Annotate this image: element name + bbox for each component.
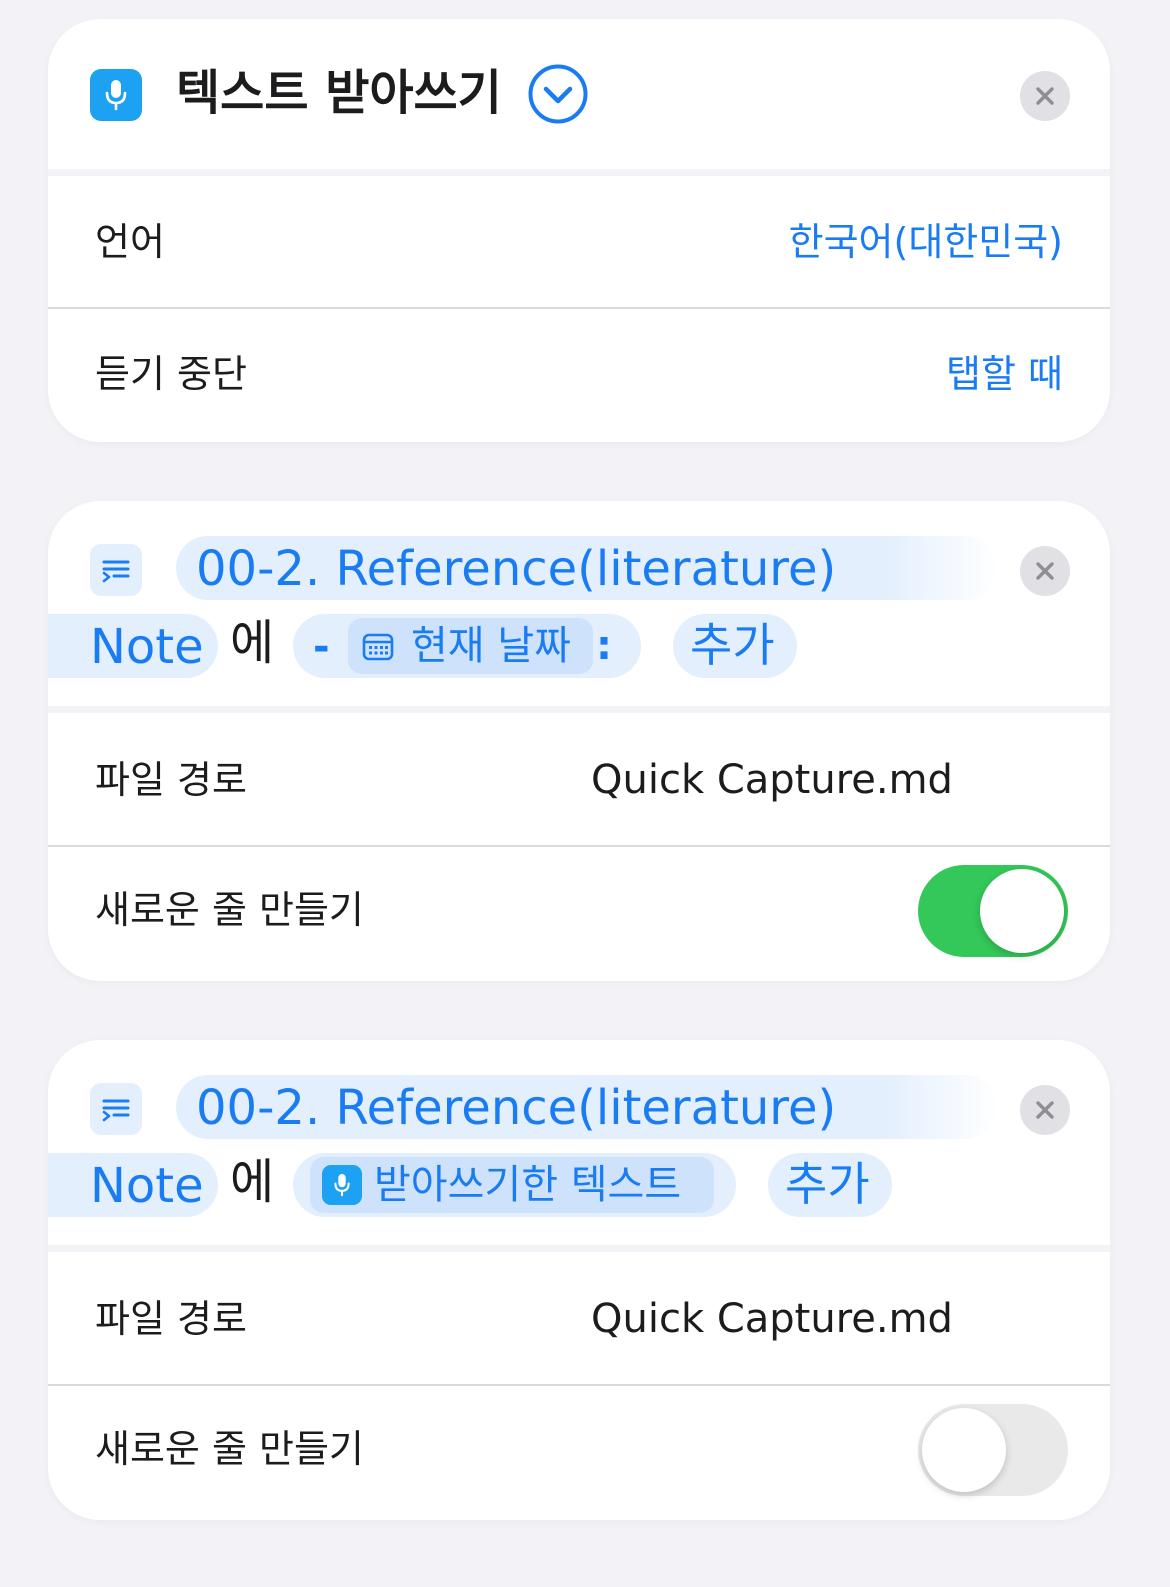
new-line-toggle[interactable] (918, 865, 1068, 957)
new-line-toggle[interactable] (918, 1404, 1068, 1496)
append-note-action-card-2: 00-2. Reference(literature) Note 에 받아쓰기한… (48, 1040, 1110, 1520)
expand-chevron-icon[interactable] (528, 64, 588, 124)
section-divider (48, 1245, 1110, 1252)
append-action-label: 추가 (690, 618, 775, 672)
connector-text: 에 (230, 1154, 275, 1210)
row-divider (48, 845, 1110, 847)
stop-listening-value[interactable]: 탭할 때 (946, 349, 1063, 399)
new-line-label: 새로운 줄 만들기 (95, 1427, 364, 1471)
new-line-label: 새로운 줄 만들기 (95, 888, 364, 932)
colon-text: : (596, 623, 612, 669)
language-value[interactable]: 한국어(대한민국) (789, 217, 1063, 267)
append-text-icon (90, 1083, 142, 1135)
file-path-value[interactable]: Quick Capture.md (591, 1294, 953, 1344)
append-note-action-card-1: 00-2. Reference(literature) Note 에 - 현재 … (48, 501, 1110, 981)
append-text-icon (90, 544, 142, 596)
file-path-label: 파일 경로 (95, 758, 247, 802)
close-icon (1036, 1101, 1054, 1119)
calendar-icon (362, 632, 394, 662)
row-divider (48, 1384, 1110, 1386)
section-divider (48, 706, 1110, 713)
note-token: Note (90, 1158, 204, 1214)
row-divider (48, 307, 1110, 309)
section-divider (48, 169, 1110, 176)
append-action-label: 추가 (785, 1157, 870, 1211)
close-icon (1036, 562, 1054, 580)
file-path-value[interactable]: Quick Capture.md (591, 755, 953, 805)
toggle-knob (980, 869, 1064, 953)
language-label: 언어 (95, 220, 165, 264)
remove-action-button[interactable] (1020, 1085, 1070, 1135)
action-title[interactable]: 텍스트 받아쓰기 (176, 65, 502, 121)
action-header: 텍스트 받아쓰기 (48, 19, 1110, 169)
folder-token: 00-2. Reference(literature) (196, 541, 837, 597)
close-icon (1036, 87, 1054, 105)
connector-text: 에 (230, 615, 275, 671)
note-token: Note (90, 619, 204, 675)
file-path-label: 파일 경로 (95, 1297, 247, 1341)
toggle-knob (922, 1408, 1006, 1492)
dictated-text-label: 받아쓰기한 텍스트 (374, 1162, 682, 1208)
stop-listening-label: 듣기 중단 (95, 352, 247, 396)
microphone-icon (322, 1165, 362, 1205)
dictate-text-action-card: 텍스트 받아쓰기 언어 한국어(대한민국) 듣기 중단 탭할 때 (48, 19, 1110, 442)
remove-action-button[interactable] (1020, 71, 1070, 121)
remove-action-button[interactable] (1020, 546, 1070, 596)
dash-text: - (313, 624, 330, 670)
microphone-icon (90, 69, 142, 121)
current-date-label: 현재 날짜 (411, 623, 571, 669)
folder-token: 00-2. Reference(literature) (196, 1080, 837, 1136)
